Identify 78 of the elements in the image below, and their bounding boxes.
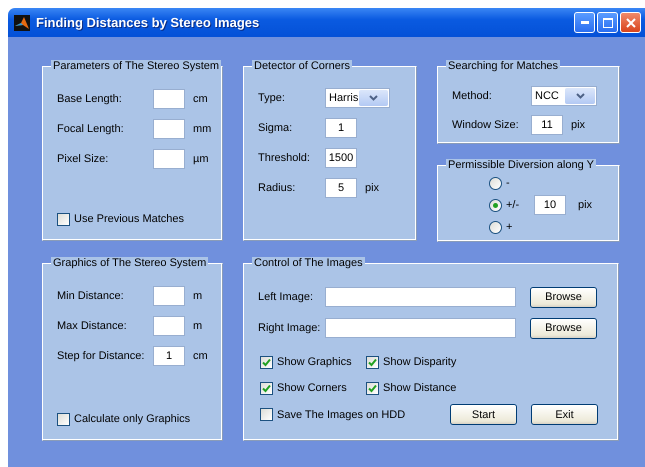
close-icon	[626, 18, 636, 28]
field-label: Method:	[452, 90, 493, 102]
unit-label: cm	[193, 93, 208, 105]
input-field[interactable]	[153, 119, 185, 139]
radio-button[interactable]	[489, 220, 502, 234]
radio-button[interactable]	[489, 198, 502, 212]
checkbox[interactable]	[366, 356, 379, 368]
field-label: Sigma:	[258, 122, 294, 134]
unit-label: cm	[193, 350, 208, 362]
field-label: Pixel Size:	[57, 153, 110, 165]
unit-label: pix	[365, 182, 380, 194]
checkbox[interactable]	[57, 212, 70, 226]
unit-label: pix	[578, 199, 592, 211]
input-field[interactable]	[325, 287, 516, 307]
checkbox-label: Show Distance	[383, 382, 456, 394]
unit-label: pix	[571, 119, 586, 131]
caret-icon	[358, 90, 388, 106]
field-label: Right Image:	[258, 322, 322, 334]
maximize-button[interactable]	[597, 12, 618, 33]
panel-title: Permissible Diversion along Y	[446, 159, 596, 171]
field-label: Left Image:	[258, 291, 314, 303]
window-title: Finding Distances by Stereo Images	[36, 15, 260, 30]
input-field[interactable]	[325, 318, 516, 338]
unit-label: m	[193, 320, 202, 332]
checkbox-label: Show Graphics	[277, 356, 352, 368]
unit-label: mm	[193, 123, 212, 135]
field-label: Radius:	[258, 182, 296, 194]
maximize-icon	[602, 18, 612, 28]
panel-title: Parameters of The Stereo System	[51, 60, 222, 72]
unit-label: m	[193, 290, 202, 302]
checkbox[interactable]	[366, 382, 379, 394]
caret-icon	[565, 88, 595, 104]
panel-title: Graphics of The Stereo System	[51, 257, 208, 269]
input-field[interactable]: 1500	[325, 148, 357, 168]
checkbox[interactable]	[57, 412, 70, 426]
minimize-icon	[580, 21, 588, 24]
field-label: Threshold:	[258, 152, 311, 164]
input-field[interactable]: 1	[325, 118, 357, 138]
dropdown[interactable]: NCC	[531, 86, 597, 106]
checkbox-label: Save The Images on HDD	[277, 408, 406, 420]
checkbox-label: Show Disparity	[383, 356, 456, 368]
radio-button[interactable]	[489, 176, 502, 190]
input-field[interactable]	[153, 316, 185, 336]
checkbox-label: Use Previous Matches	[74, 213, 184, 225]
panel-title: Control of The Images	[252, 257, 365, 269]
field-label: Base Length:	[57, 93, 123, 105]
input-field[interactable]: 10	[534, 195, 566, 215]
field-label: Focal Length:	[57, 123, 125, 135]
panel-title: Searching for Matches	[446, 60, 560, 72]
field-label: Step for Distance:	[57, 350, 146, 362]
input-field[interactable]	[153, 149, 185, 169]
unit-label: µm	[193, 153, 209, 165]
app-icon	[14, 14, 30, 30]
checkbox[interactable]	[260, 408, 273, 421]
radio-label: -	[506, 177, 511, 189]
input-field[interactable]	[153, 286, 185, 306]
close-button[interactable]	[620, 12, 641, 33]
input-field[interactable]: 11	[531, 115, 563, 135]
browse-button[interactable]: Browse	[530, 318, 597, 338]
panel-title: Detector of Corners	[252, 60, 352, 72]
dropdown[interactable]: Harris	[325, 88, 390, 108]
minimize-button[interactable]	[574, 12, 595, 33]
radio-label: +	[506, 221, 514, 233]
checkbox-label: Calculate only Graphics	[74, 413, 190, 425]
input-field[interactable]: 1	[153, 346, 185, 366]
browse-button[interactable]: Browse	[530, 286, 597, 308]
field-label: Type:	[258, 92, 286, 104]
input-field[interactable]: 5	[325, 178, 357, 198]
field-label: Min Distance:	[57, 290, 125, 302]
start-button[interactable]: Start	[450, 404, 517, 425]
checkbox-label: Show Corners	[277, 382, 347, 394]
radio-label: +/-	[506, 199, 520, 211]
checkbox[interactable]	[260, 382, 273, 394]
exit-button[interactable]: Exit	[531, 404, 598, 425]
input-field[interactable]	[153, 89, 185, 109]
field-label: Max Distance:	[57, 320, 128, 332]
checkbox[interactable]	[260, 356, 273, 368]
field-label: Window Size:	[452, 119, 520, 131]
